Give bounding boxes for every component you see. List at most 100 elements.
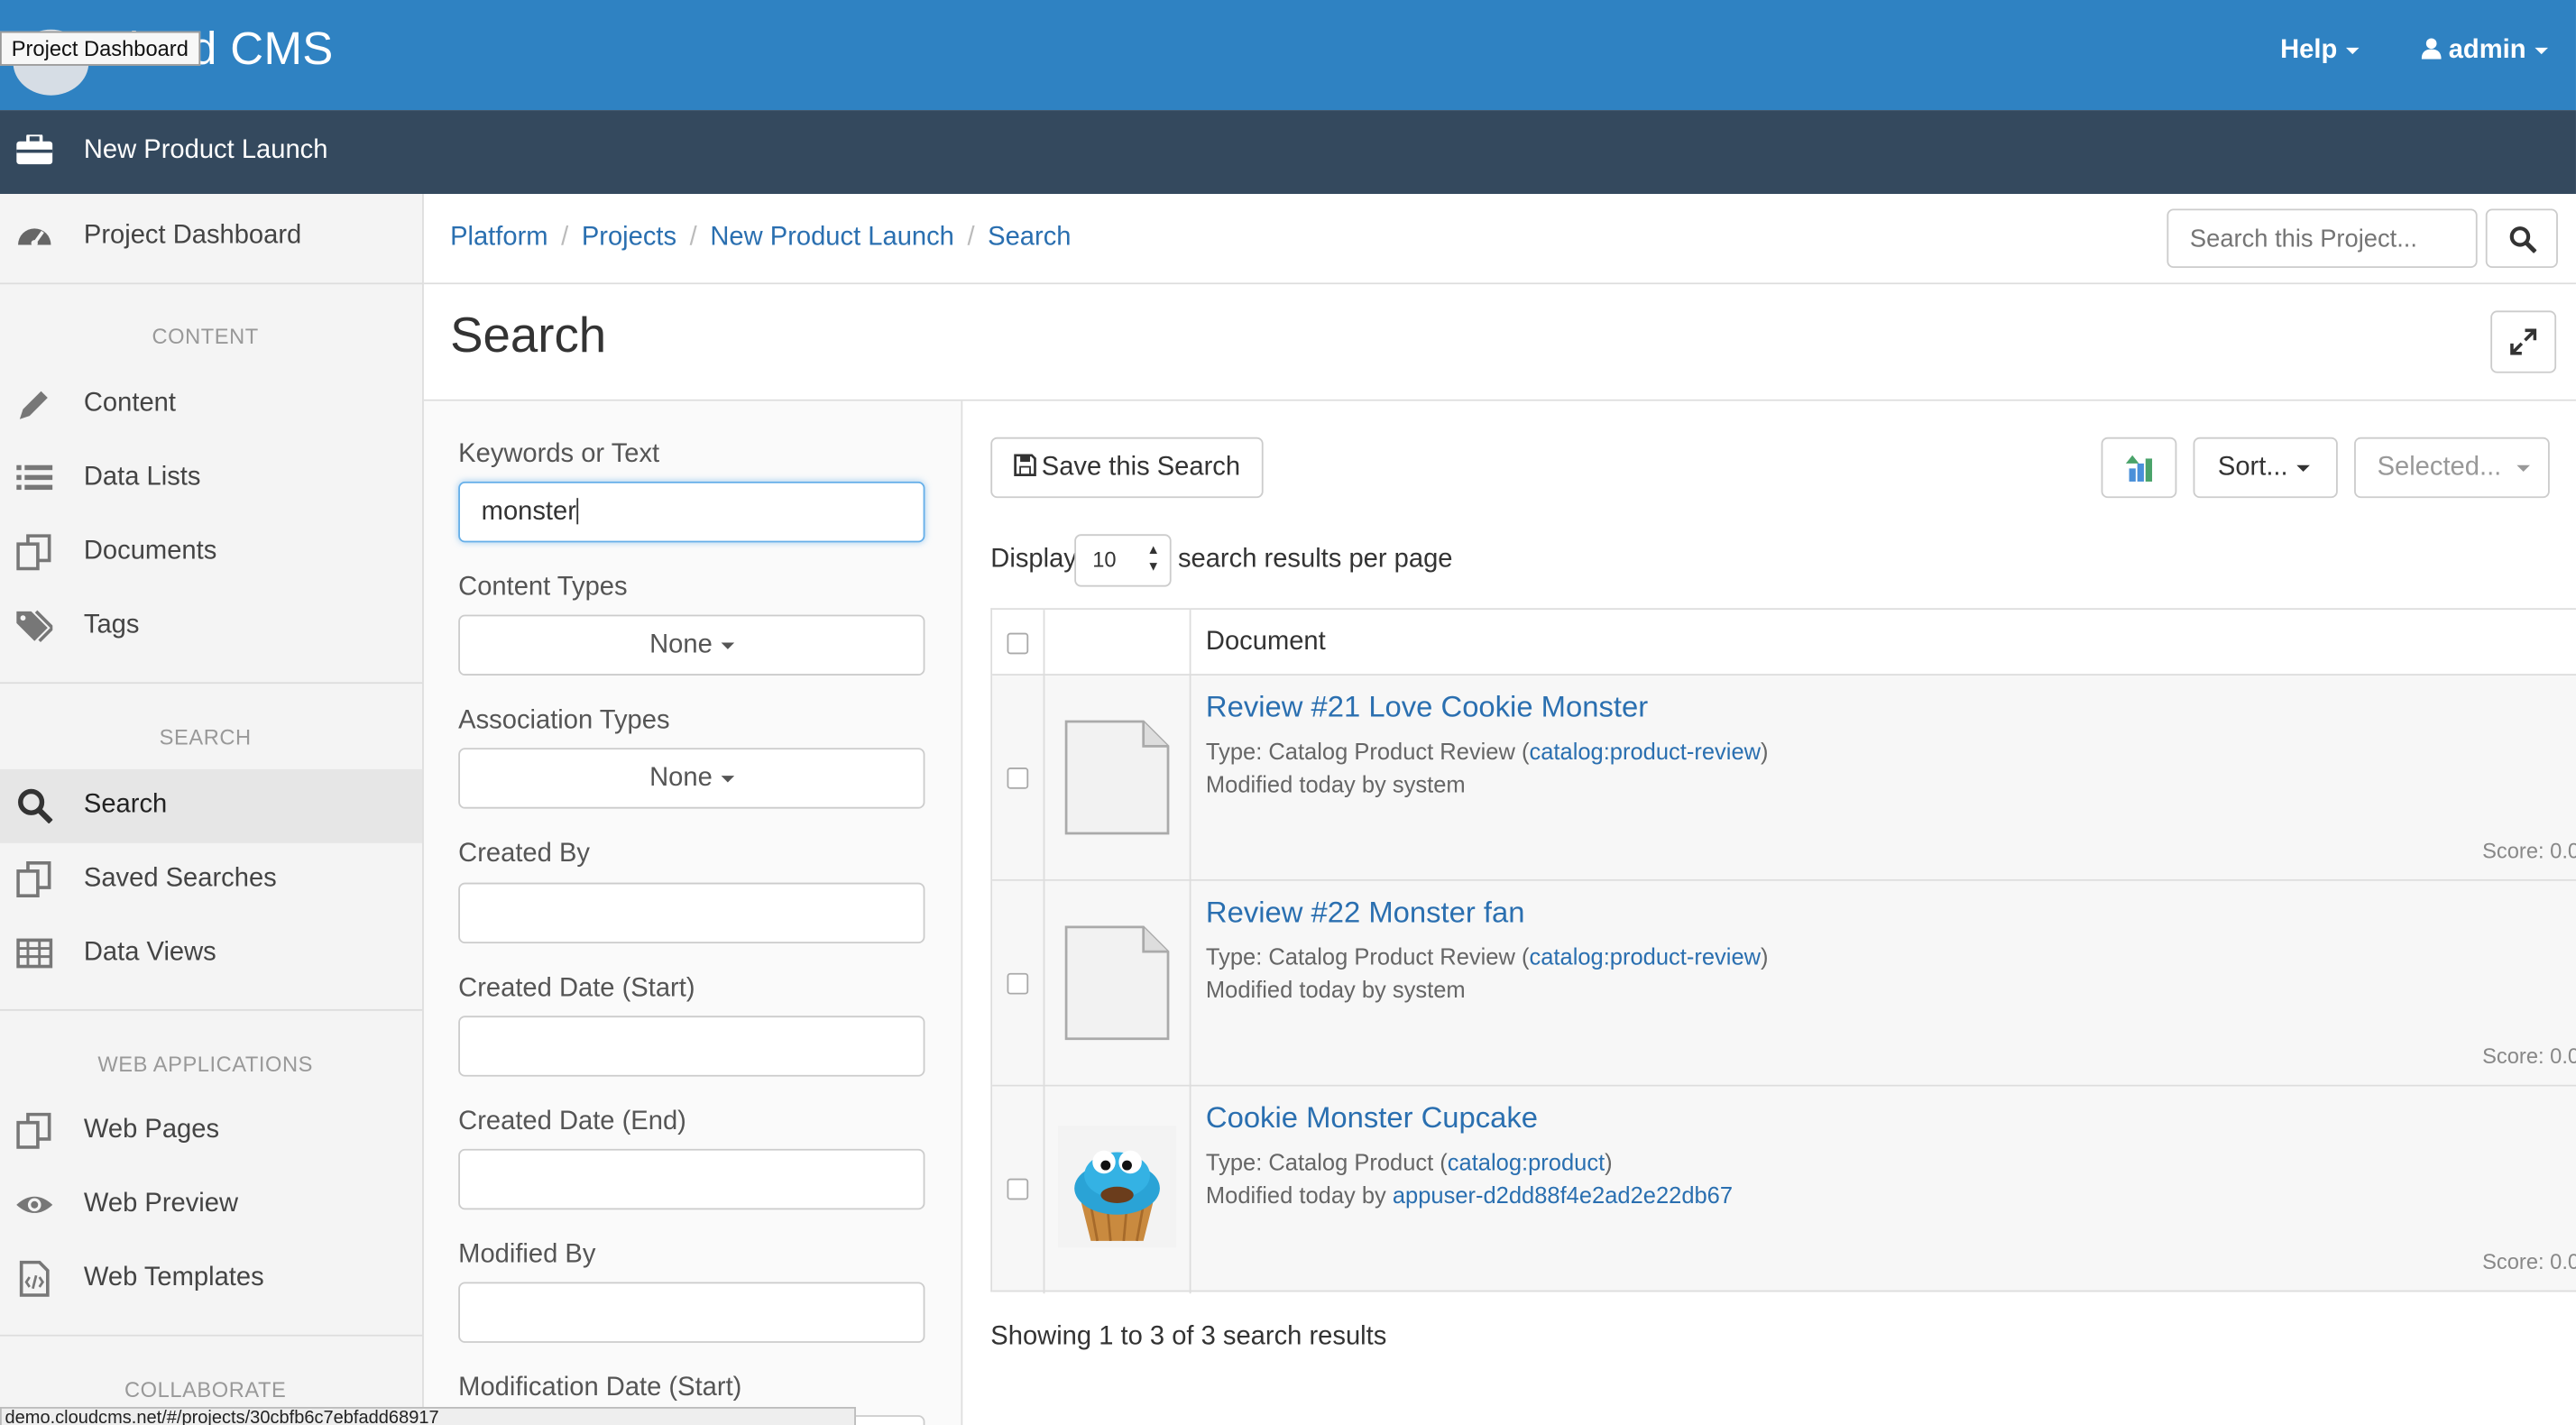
document-thumbnail-icon[interactable] — [1064, 720, 1170, 835]
type-prefix: Type: Catalog Product Review ( — [1205, 738, 1530, 765]
cupcake-thumbnail-image[interactable] — [1057, 1126, 1177, 1248]
user-name: admin — [2448, 36, 2526, 65]
row-checkbox[interactable] — [1007, 768, 1029, 789]
content-types-value: None — [649, 630, 713, 659]
result-title-link[interactable]: Cookie Monster Cupcake — [1206, 1101, 1538, 1135]
created-by-input[interactable] — [458, 882, 925, 944]
sidebar-item-label: Content — [83, 389, 176, 418]
chevron-down-icon — [2516, 464, 2530, 472]
help-label: Help — [2280, 36, 2338, 65]
type-suffix: ) — [1761, 738, 1769, 765]
save-search-button[interactable]: Save this Search — [990, 437, 1264, 499]
keywords-input[interactable]: monster — [458, 481, 925, 543]
type-qname-link[interactable]: catalog:product — [1448, 1149, 1605, 1175]
save-search-label: Save this Search — [1041, 453, 1241, 482]
breadcrumb-search[interactable]: Search — [988, 224, 1071, 252]
sidebar-item-web-pages[interactable]: Web Pages — [0, 1095, 422, 1169]
text-cursor — [575, 498, 578, 525]
row-checkbox[interactable] — [1007, 972, 1029, 995]
row-checkbox[interactable] — [1007, 1178, 1029, 1200]
sidebar-item-label: Web Pages — [83, 1116, 220, 1145]
search-icon — [2509, 226, 2537, 253]
type-suffix: ) — [1605, 1148, 1613, 1176]
sidebar-item-web-templates[interactable]: Web Templates — [0, 1243, 422, 1317]
sidebar-item-label: Web Templates — [83, 1264, 264, 1292]
eye-icon — [16, 1196, 53, 1213]
association-types-dropdown[interactable]: None — [458, 748, 925, 809]
created-by-label: Created By — [458, 840, 590, 869]
content-types-dropdown[interactable]: None — [458, 614, 925, 676]
sidebar-item-label: Project Dashboard — [83, 222, 302, 251]
sidebar-item-content[interactable]: Content — [0, 368, 422, 442]
results-summary: Showing 1 to 3 of 3 search results — [990, 1323, 1387, 1352]
help-menu[interactable]: Help — [2280, 36, 2359, 66]
result-type: Type: Catalog Product Review (catalog:pr… — [1206, 738, 1769, 764]
breadcrumb-platform[interactable]: Platform — [450, 224, 548, 252]
result-score: Score: 0.0 — [2482, 838, 2576, 863]
sidebar-item-label: Search — [83, 790, 168, 819]
documents-icon — [16, 534, 51, 571]
sidebar-item-data-lists[interactable]: Data Lists — [0, 442, 422, 516]
created-date-end-input[interactable] — [458, 1148, 925, 1210]
project-search-input[interactable] — [2167, 208, 2478, 269]
breadcrumb: Platform / Projects / New Product Launch / Sea… — [450, 224, 1071, 253]
sidebar-item-label: Data Views — [83, 938, 216, 967]
display-prefix: Display — [990, 546, 1077, 575]
created-date-start-input[interactable] — [458, 1016, 925, 1077]
page-title: Search — [450, 308, 607, 363]
sidebar-item-tags[interactable]: Tags — [0, 590, 422, 664]
sidebar-item-label: Saved Searches — [83, 864, 277, 893]
result-modified: Modified today by appuser-d2dd88f4e2ad2e… — [1206, 1181, 1733, 1208]
modified-prefix: Modified today by — [1205, 770, 1393, 797]
section-heading-search: SEARCH — [159, 724, 252, 750]
sidebar-item-project-dashboard[interactable]: Project Dashboard — [0, 200, 422, 274]
sidebar-item-search[interactable]: Search — [0, 768, 423, 843]
association-types-value: None — [649, 764, 713, 793]
result-modified: Modified today by system — [1206, 977, 1466, 1003]
documents-icon — [16, 1112, 51, 1149]
sidebar-item-saved-searches[interactable]: Saved Searches — [0, 843, 422, 917]
modified-by-link[interactable]: appuser-d2dd88f4e2ad2e22db67 — [1393, 1181, 1733, 1208]
user-menu[interactable]: admin — [2421, 36, 2548, 66]
table-row: Review #22 Monster fan Type: Catalog Pro… — [992, 880, 2576, 1087]
sort-direction-button[interactable] — [2101, 437, 2177, 499]
select-all-checkbox[interactable] — [1007, 632, 1029, 655]
type-qname-link[interactable]: catalog:product-review — [1529, 738, 1761, 764]
result-title-link[interactable]: Review #21 Love Cookie Monster — [1206, 690, 1648, 724]
code-file-icon — [19, 1260, 50, 1297]
sidebar-item-label: Web Preview — [83, 1190, 239, 1218]
created-date-end-label: Created Date (End) — [458, 1108, 686, 1136]
sort-dropdown[interactable]: Sort... — [2193, 437, 2338, 499]
cupcake-image — [1057, 1126, 1177, 1248]
modified-by: system — [1392, 976, 1466, 1003]
selected-actions-dropdown[interactable]: Selected... — [2354, 437, 2550, 499]
modification-date-start-label: Modification Date (Start) — [458, 1374, 742, 1402]
modified-by-input[interactable] — [458, 1282, 925, 1343]
breadcrumb-project[interactable]: New Product Launch — [710, 224, 954, 252]
type-qname-link[interactable]: catalog:product-review — [1529, 943, 1761, 970]
sidebar: Project Dashboard CONTENT Content Data L… — [0, 194, 424, 1425]
tags-icon — [16, 610, 53, 643]
result-title-link[interactable]: Review #22 Monster fan — [1206, 896, 1525, 930]
type-prefix: Type: Catalog Product Review ( — [1205, 943, 1530, 970]
breadcrumb-separator: / — [689, 223, 697, 252]
sort-ascending-icon — [2125, 455, 2153, 482]
project-search-button[interactable] — [2485, 208, 2558, 269]
sidebar-item-data-views[interactable]: Data Views — [0, 917, 422, 991]
table-icon — [16, 938, 53, 969]
selected-label: Selected... — [2377, 453, 2502, 482]
sidebar-item-web-preview[interactable]: Web Preview — [0, 1169, 422, 1243]
breadcrumb-projects[interactable]: Projects — [582, 224, 676, 252]
chevron-down-icon — [2534, 47, 2548, 54]
fullscreen-button[interactable] — [2490, 310, 2557, 373]
list-icon — [16, 464, 53, 491]
project-title[interactable]: New Product Launch — [84, 136, 328, 166]
modified-prefix: Modified today by — [1205, 976, 1393, 1003]
sidebar-item-documents[interactable]: Documents — [0, 516, 422, 590]
per-page-select[interactable]: 10 ▲ ▼ — [1074, 534, 1172, 587]
divider — [0, 1008, 423, 1011]
breadcrumb-separator: / — [561, 223, 569, 252]
document-thumbnail-icon[interactable] — [1064, 925, 1170, 1041]
display-suffix: search results per page — [1177, 546, 1453, 575]
chevron-down-icon — [2295, 464, 2310, 472]
